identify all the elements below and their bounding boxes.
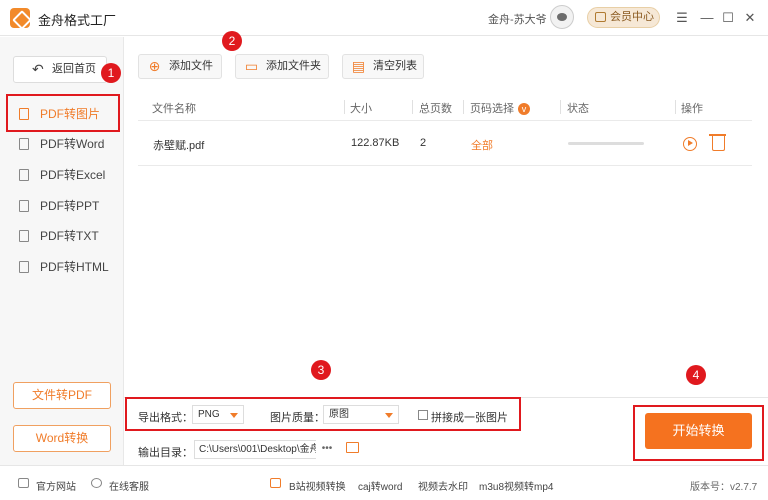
vip-center-button[interactable]: 会员中心 xyxy=(587,7,660,28)
header-pages: 总页数 xyxy=(419,103,452,115)
sidebar-item-label: PDF转HTML xyxy=(40,260,109,274)
divider xyxy=(344,100,345,114)
divider xyxy=(412,100,413,114)
header-name: 文件名称 xyxy=(152,103,196,115)
clear-list-label: 清空列表 xyxy=(373,60,417,72)
word-icon xyxy=(19,138,29,150)
plus-circle-icon: ⊕ xyxy=(148,58,161,74)
ppt-icon xyxy=(19,200,29,212)
marker-badge: 3 xyxy=(311,360,331,380)
html-icon xyxy=(19,261,29,273)
sidebar-item-pdf-to-html[interactable]: PDF转HTML xyxy=(0,253,124,281)
marker-badge: 4 xyxy=(686,365,706,385)
highlight-box xyxy=(6,94,120,132)
header-range-label: 页码选择 xyxy=(470,103,514,115)
clear-list-button[interactable]: ▤ 清空列表 xyxy=(342,54,424,79)
file-to-pdf-button[interactable]: 文件转PDF xyxy=(13,382,111,409)
sidebar-item-pdf-to-ppt[interactable]: PDF转PPT xyxy=(0,192,124,220)
page-count: 2 xyxy=(420,137,427,149)
app-logo-icon xyxy=(10,8,30,28)
word-convert-button[interactable]: Word转换 xyxy=(13,425,111,452)
highlight-box xyxy=(125,397,521,431)
sidebar-item-pdf-to-txt[interactable]: PDF转TXT xyxy=(0,222,124,250)
highlight-box xyxy=(633,405,764,461)
divider xyxy=(138,120,752,121)
sidebar-item-label: PDF转PPT xyxy=(40,199,100,213)
maximize-icon[interactable]: ☐ xyxy=(721,11,735,25)
official-site-link[interactable]: 官方网站 xyxy=(36,478,76,493)
divider xyxy=(463,100,464,114)
close-icon[interactable]: ✕ xyxy=(743,11,757,25)
trash-icon[interactable] xyxy=(709,134,726,151)
user-name[interactable]: 金舟-苏大爷 xyxy=(488,11,547,27)
header-status: 状态 xyxy=(567,103,589,115)
avatar[interactable] xyxy=(550,5,574,29)
footer-link[interactable]: B站视频转换 xyxy=(289,478,346,493)
page-range-select[interactable]: 全部 xyxy=(471,137,493,153)
footer-link[interactable]: m3u8视频转mp4 xyxy=(479,478,553,493)
add-file-button[interactable]: ⊕ 添加文件 xyxy=(138,54,222,79)
add-folder-label: 添加文件夹 xyxy=(266,60,321,72)
megaphone-icon xyxy=(270,478,281,488)
back-home-button[interactable]: ↶ 返回首页 xyxy=(13,56,107,83)
marker-badge: 2 xyxy=(222,31,242,51)
divider xyxy=(560,100,561,114)
output-dir-label: 输出目录： xyxy=(138,447,193,459)
header-size: 大小 xyxy=(350,103,372,115)
menu-icon[interactable]: ☰ xyxy=(675,11,689,25)
divider xyxy=(675,100,676,114)
folder-icon[interactable] xyxy=(346,442,359,453)
browse-dots-button[interactable]: ••• xyxy=(316,440,338,459)
marker-badge: 1 xyxy=(101,63,121,83)
play-icon[interactable] xyxy=(683,137,697,151)
sidebar-item-label: PDF转TXT xyxy=(40,229,99,243)
header-action: 操作 xyxy=(681,103,703,115)
headset-icon xyxy=(91,478,102,488)
footer-link[interactable]: caj转word xyxy=(358,478,402,493)
version-text: 版本号：v2.7.7 xyxy=(690,482,758,493)
divider xyxy=(138,165,752,166)
add-file-label: 添加文件 xyxy=(169,60,213,72)
excel-icon xyxy=(19,169,29,181)
footer-link[interactable]: 视频去水印 xyxy=(418,478,468,493)
sidebar-item-pdf-to-word[interactable]: PDF转Word xyxy=(0,130,124,158)
add-folder-button[interactable]: ▭ 添加文件夹 xyxy=(235,54,329,79)
file-name: 赤壁赋.pdf xyxy=(153,140,205,152)
monitor-icon xyxy=(18,478,29,488)
file-icon: ▭ xyxy=(244,58,259,74)
file-size: 122.87KB xyxy=(351,137,400,149)
txt-icon xyxy=(19,230,29,242)
vip-label: 会员中心 xyxy=(610,11,654,23)
home-label: 返回首页 xyxy=(52,63,96,75)
sidebar-item-pdf-to-excel[interactable]: PDF转Excel xyxy=(0,161,124,189)
sidebar-item-label: PDF转Excel xyxy=(40,168,106,182)
sidebar-item-label: PDF转Word xyxy=(40,137,105,151)
progress-bar xyxy=(568,142,644,145)
crown-icon xyxy=(595,12,606,22)
minimize-icon[interactable]: — xyxy=(700,11,714,25)
vip-badge-icon: v xyxy=(518,103,530,115)
online-service-link[interactable]: 在线客服 xyxy=(109,478,149,493)
app-title: 金舟格式工厂 xyxy=(38,13,117,28)
header-range: 页码选择 v xyxy=(470,100,530,116)
basket-icon: ▤ xyxy=(351,58,366,74)
back-arrow-icon: ↶ xyxy=(32,61,44,77)
title-bar: 金舟格式工厂 金舟-苏大爷 会员中心 ☰ — ☐ ✕ xyxy=(0,0,768,36)
